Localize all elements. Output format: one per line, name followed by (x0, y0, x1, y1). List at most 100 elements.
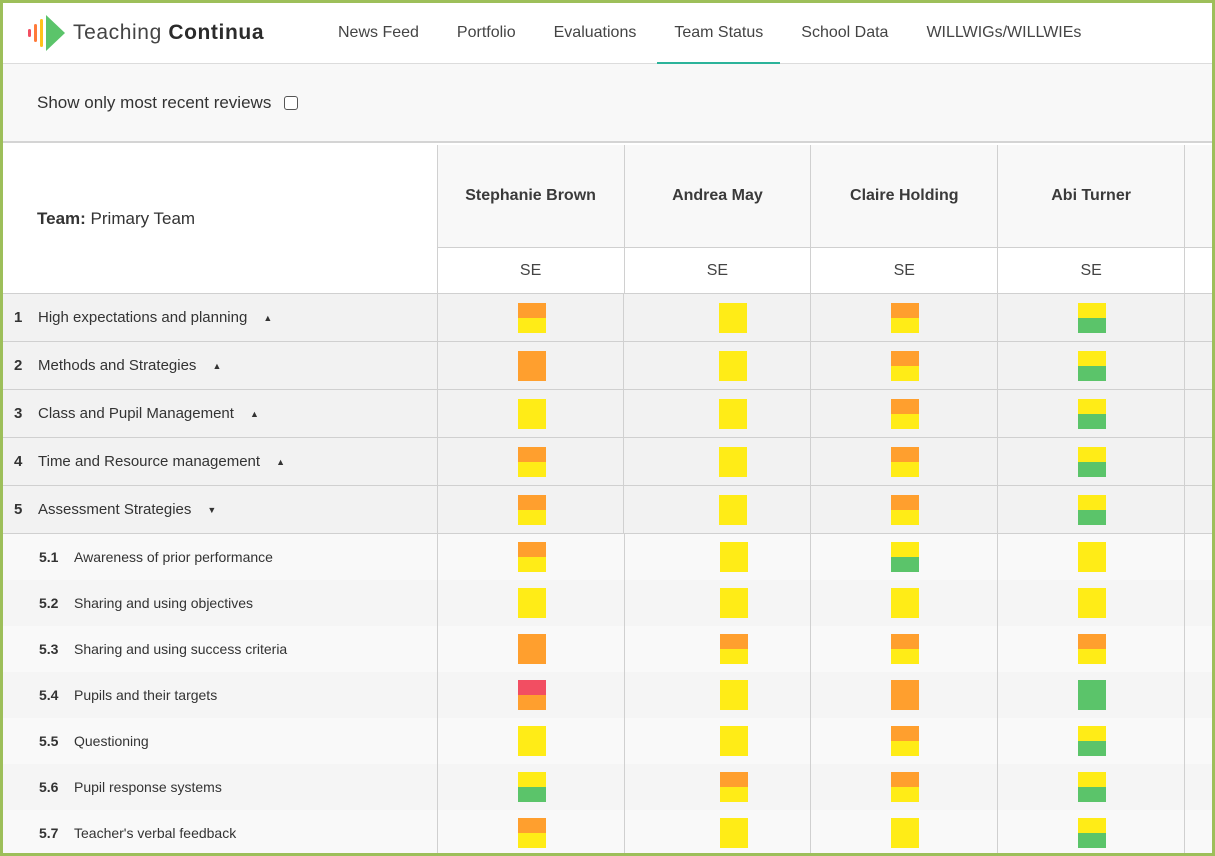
score-swatch[interactable] (719, 772, 748, 802)
score-band-yellow (891, 542, 920, 557)
score-swatch[interactable] (891, 494, 920, 525)
score-swatch[interactable] (891, 818, 920, 848)
score-swatch[interactable] (1078, 588, 1107, 618)
score-cell (624, 486, 812, 533)
score-swatch[interactable] (891, 350, 920, 381)
score-swatch[interactable] (719, 398, 748, 429)
score-cell (998, 580, 1186, 626)
team-name: Primary Team (90, 209, 196, 228)
score-swatch[interactable] (719, 634, 748, 664)
category-row: 2 Methods and Strategies ▲ (3, 342, 1212, 390)
nav-item-team-status[interactable]: Team Status (657, 3, 781, 64)
score-swatch[interactable] (1078, 494, 1107, 525)
score-swatch[interactable] (1078, 350, 1107, 381)
nav-item-news-feed[interactable]: News Feed (321, 3, 436, 63)
score-swatch[interactable] (517, 446, 546, 477)
score-swatch[interactable] (891, 772, 920, 802)
score-swatch[interactable] (719, 818, 748, 848)
score-swatch[interactable] (517, 494, 546, 525)
person-name[interactable]: Stephanie Brown (437, 145, 624, 248)
filter-bar: Show only most recent reviews (3, 64, 1212, 143)
score-swatch[interactable] (891, 634, 920, 664)
score-swatch[interactable] (517, 818, 546, 848)
score-swatch[interactable] (719, 588, 748, 618)
score-band-yellow (517, 833, 546, 848)
score-swatch[interactable] (719, 350, 748, 381)
score-swatch[interactable] (891, 302, 920, 333)
collapse-arrow-icon[interactable]: ▲ (250, 409, 259, 419)
play-sound-wave-icon (28, 15, 65, 51)
score-swatch[interactable] (891, 542, 920, 572)
score-swatch[interactable] (1078, 818, 1107, 848)
row-label-cell[interactable]: 5 Assessment Strategies ▼ (3, 486, 438, 533)
score-swatch[interactable] (719, 446, 748, 477)
nav-item-evaluations[interactable]: Evaluations (537, 3, 654, 63)
row-label-cell[interactable]: 3 Class and Pupil Management ▲ (3, 390, 438, 437)
score-cell (998, 438, 1186, 485)
score-cell-overflow (1185, 672, 1212, 718)
row-name: Sharing and using success criteria (74, 641, 288, 657)
collapse-arrow-icon[interactable]: ▲ (212, 361, 221, 371)
score-cell-overflow (1185, 342, 1212, 389)
nav-item-portfolio[interactable]: Portfolio (440, 3, 533, 63)
expand-arrow-icon[interactable]: ▼ (207, 505, 216, 515)
score-swatch[interactable] (517, 542, 546, 572)
person-name[interactable]: Andrea May (624, 145, 811, 248)
score-band-orange (891, 350, 920, 366)
person-name[interactable]: Claire Holding (811, 145, 998, 248)
score-band-yellow (1078, 302, 1107, 318)
score-swatch[interactable] (517, 398, 546, 429)
score-swatch[interactable] (1078, 772, 1107, 802)
score-swatch[interactable] (1078, 446, 1107, 477)
score-swatch[interactable] (1078, 726, 1107, 756)
row-label-cell[interactable]: 2 Methods and Strategies ▲ (3, 342, 438, 389)
score-cell (811, 626, 999, 672)
score-swatch[interactable] (517, 588, 546, 618)
score-swatch[interactable] (891, 446, 920, 477)
score-cell (624, 438, 812, 485)
score-cell (625, 764, 812, 810)
logo[interactable]: Teaching Continua (25, 13, 264, 53)
row-label-cell[interactable]: 1 High expectations and planning ▲ (3, 294, 438, 341)
score-swatch[interactable] (517, 350, 546, 381)
score-swatch[interactable] (719, 726, 748, 756)
nav-item-school-data[interactable]: School Data (784, 3, 905, 63)
row-label-cell: 5.2 Sharing and using objectives (3, 580, 438, 626)
score-swatch[interactable] (517, 772, 546, 802)
subcategory-row: 5.4 Pupils and their targets (3, 672, 1212, 718)
score-band-yellow (891, 317, 920, 333)
score-swatch[interactable] (1078, 398, 1107, 429)
score-swatch[interactable] (719, 542, 748, 572)
score-band-orange (1078, 634, 1107, 649)
score-band-yellow (719, 398, 748, 429)
score-swatch[interactable] (1078, 634, 1107, 664)
score-swatch[interactable] (1078, 680, 1107, 710)
score-band-yellow (719, 302, 748, 333)
score-swatch[interactable] (891, 588, 920, 618)
collapse-arrow-icon[interactable]: ▲ (276, 457, 285, 467)
score-swatch[interactable] (517, 634, 546, 664)
score-swatch[interactable] (517, 302, 546, 333)
score-swatch[interactable] (891, 680, 920, 710)
score-band-yellow (891, 818, 920, 848)
score-swatch[interactable] (1078, 542, 1107, 572)
score-swatch[interactable] (719, 302, 748, 333)
score-swatch[interactable] (517, 680, 546, 710)
nav-item-willwigs-willwies[interactable]: WILLWIGs/WILLWIEs (909, 3, 1098, 63)
collapse-arrow-icon[interactable]: ▲ (263, 313, 272, 323)
row-label-cell[interactable]: 4 Time and Resource management ▲ (3, 438, 438, 485)
score-band-yellow (719, 787, 748, 802)
person-column-header: Claire Holding SE (811, 145, 999, 294)
score-swatch[interactable] (719, 494, 748, 525)
score-band-yellow (1078, 772, 1107, 787)
recent-reviews-checkbox[interactable] (284, 95, 299, 110)
score-swatch[interactable] (891, 398, 920, 429)
person-name[interactable]: Abi Turner (998, 145, 1185, 248)
score-swatch[interactable] (891, 726, 920, 756)
score-swatch[interactable] (517, 726, 546, 756)
score-band-yellow (517, 772, 546, 787)
score-swatch[interactable] (719, 680, 748, 710)
row-name: High expectations and planning (38, 309, 248, 326)
score-band-yellow (891, 741, 920, 756)
score-swatch[interactable] (1078, 302, 1107, 333)
